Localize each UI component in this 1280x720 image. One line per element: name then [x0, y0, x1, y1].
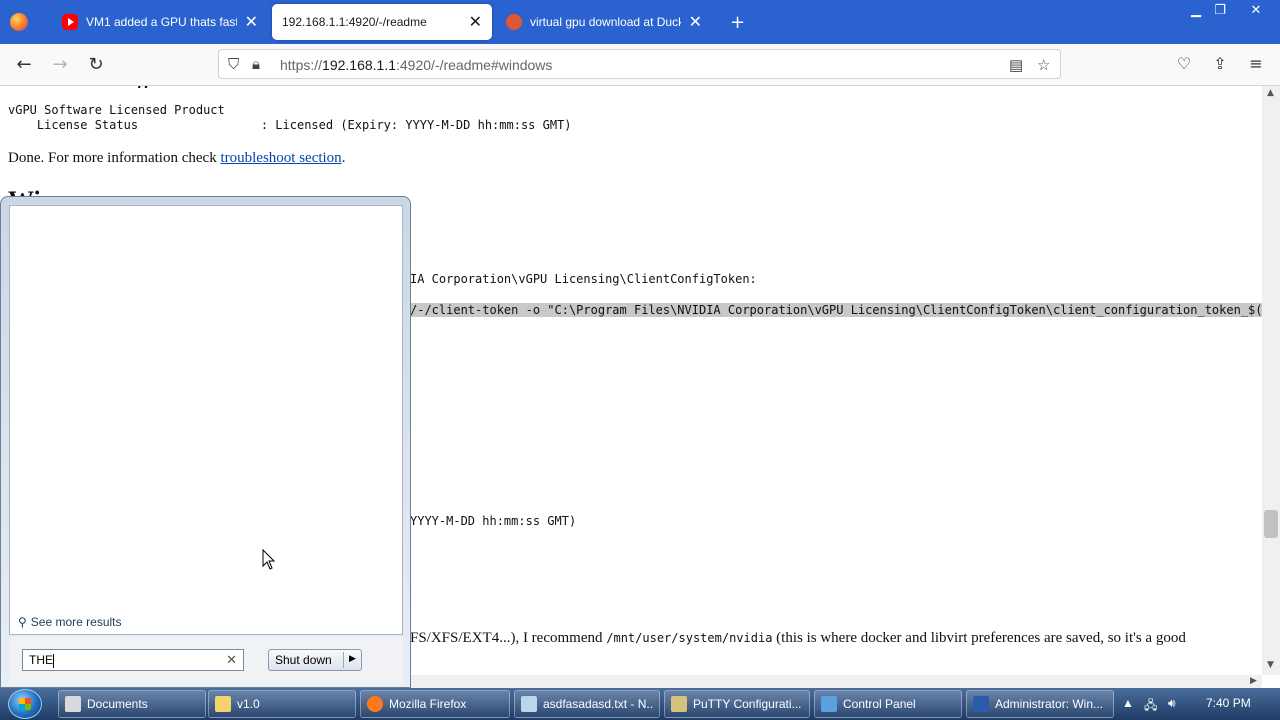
done-period: . — [341, 150, 346, 166]
forward-button[interactable]: → — [48, 54, 72, 75]
scroll-down-icon[interactable]: ▼ — [1267, 660, 1274, 670]
firefox-icon — [367, 696, 383, 712]
taskbar-item-control-panel[interactable]: Control Panel — [814, 690, 962, 718]
nav-bar: ← → ↻ ⛉ 🔒︎ https://192.168.1.1:4920/-/re… — [0, 44, 1280, 86]
tab-title: VM1 added a GPU thats faster t — [86, 15, 237, 29]
shutdown-label: Shut down — [275, 653, 332, 667]
tab-duckduckgo[interactable]: virtual gpu download at DuckD ✕ — [496, 4, 712, 40]
scroll-up-icon[interactable]: ▲ — [1267, 88, 1274, 98]
done-paragraph: Done. For more information check trouble… — [8, 150, 345, 167]
mouse-cursor-icon — [262, 549, 276, 570]
taskbar-item-firefox[interactable]: Mozilla Firefox — [360, 690, 510, 718]
close-icon[interactable]: ✕ — [689, 12, 702, 32]
url-path: :4920/-/readme#windows — [396, 57, 553, 73]
done-text: Done. For more information check — [8, 150, 221, 166]
start-menu: ⚲ See more results THE ✕ Shut down ▶ — [0, 196, 411, 688]
clipped-heading: vGPU Licensing — [8, 86, 188, 88]
expiry-line: YYYY-M-DD hh:mm:ss GMT) — [410, 514, 577, 528]
url-text[interactable]: https://192.168.1.1:4920/-/readme#window… — [280, 57, 552, 73]
pocket-icon[interactable]: ♡ — [1172, 54, 1196, 73]
divider — [343, 652, 344, 668]
putty-icon — [671, 696, 687, 712]
taskbar-label: Control Panel — [843, 697, 916, 711]
bookmark-star-icon[interactable]: ☆ — [1037, 56, 1050, 74]
url-bar[interactable]: ⛉ 🔒︎ https://192.168.1.1:4920/-/readme#w… — [218, 49, 1061, 79]
close-icon[interactable]: ✕ — [245, 12, 258, 32]
back-button[interactable]: ← — [12, 54, 36, 75]
tab-title: 192.168.1.1:4920/-/readme — [282, 15, 427, 29]
troubleshoot-link[interactable]: troubleshoot section — [220, 150, 341, 166]
show-hidden-icons-icon[interactable]: ▲ — [1122, 696, 1134, 710]
see-more-label: See more results — [30, 615, 122, 629]
search-results-panel — [9, 205, 403, 635]
reload-button[interactable]: ↻ — [84, 54, 108, 75]
recommend-prefix: FS/XFS/EXT4...), I recommend — [410, 630, 607, 646]
taskbar-item-documents[interactable]: Documents — [58, 690, 206, 718]
firefox-menu-icon[interactable] — [10, 13, 28, 31]
lock-icon[interactable]: 🔒︎ — [252, 56, 260, 73]
scroll-right-icon[interactable]: ▶ — [1250, 676, 1257, 686]
shield-icon[interactable]: ⛉ — [228, 56, 239, 73]
duckduckgo-icon — [506, 14, 522, 30]
tab-strip: VM1 added a GPU thats faster t ✕ 192.168… — [0, 0, 1280, 44]
recommend-paragraph: FS/XFS/EXT4...), I recommend /mnt/user/s… — [410, 630, 1186, 647]
shutdown-options-icon[interactable]: ▶ — [349, 653, 356, 664]
url-scheme: https:// — [280, 57, 323, 73]
taskbar: Documents v1.0 Mozilla Firefox asdfasada… — [0, 688, 1280, 720]
taskbar-item-notepad[interactable]: asdfasadasd.txt - N... — [514, 690, 660, 718]
close-window-button[interactable]: ✕ — [1242, 2, 1270, 20]
start-button[interactable] — [8, 689, 42, 719]
volume-icon[interactable]: 🔊︎ — [1168, 696, 1176, 711]
start-search-input[interactable]: THE ✕ — [22, 649, 244, 671]
new-tab-button[interactable]: + — [730, 12, 745, 33]
menu-icon[interactable]: ≡ — [1244, 54, 1268, 73]
documents-icon — [65, 696, 81, 712]
taskbar-item-folder[interactable]: v1.0 — [208, 690, 356, 718]
taskbar-label: PuTTY Configurati... — [693, 697, 802, 711]
notepad-icon — [521, 696, 537, 712]
taskbar-label: asdfasadasd.txt - N... — [543, 697, 653, 711]
taskbar-item-putty[interactable]: PuTTY Configurati... — [664, 690, 810, 718]
close-icon[interactable]: ✕ — [469, 12, 482, 32]
taskbar-label: Mozilla Firefox — [389, 697, 467, 711]
taskbar-label: Documents — [87, 697, 148, 711]
tab-readme[interactable]: 192.168.1.1:4920/-/readme ✕ — [272, 4, 492, 40]
extensions-icon[interactable]: ⇪ — [1208, 54, 1232, 73]
url-host: 192.168.1.1 — [322, 57, 396, 73]
clear-search-icon[interactable]: ✕ — [226, 652, 237, 668]
path-line: IA Corporation\vGPU Licensing\ClientConf… — [410, 272, 757, 286]
network-icon[interactable]: 🖧︎ — [1144, 696, 1157, 717]
scroll-thumb[interactable] — [1264, 510, 1278, 538]
text-caret — [53, 653, 54, 668]
reader-view-icon[interactable]: ▤ — [1009, 56, 1023, 74]
taskbar-label: Administrator: Win... — [995, 697, 1104, 711]
folder-icon — [215, 696, 231, 712]
license-status-line: License Status : Licensed (Expiry: YYYY-… — [8, 118, 572, 132]
license-product-line: vGPU Software Licensed Product — [8, 103, 225, 117]
taskbar-label: v1.0 — [237, 697, 260, 711]
powershell-icon — [973, 696, 989, 712]
control-panel-icon — [821, 696, 837, 712]
search-value: THE — [29, 653, 53, 667]
search-icon: ⚲ — [18, 615, 27, 629]
vertical-scrollbar[interactable]: ▲ ▼ — [1262, 86, 1280, 675]
taskbar-item-powershell[interactable]: Administrator: Win... — [966, 690, 1114, 718]
shutdown-button[interactable]: Shut down ▶ — [268, 649, 362, 671]
recommend-suffix: (this is where docker and libvirt prefer… — [772, 630, 1186, 646]
see-more-results-link[interactable]: ⚲ See more results — [18, 615, 122, 629]
tab-youtube[interactable]: VM1 added a GPU thats faster t ✕ — [52, 4, 268, 40]
tab-title: virtual gpu download at DuckD — [530, 15, 681, 29]
recommend-path: /mnt/user/system/nvidia — [606, 631, 773, 645]
youtube-icon — [62, 14, 78, 30]
clock[interactable]: 7:40 PM — [1206, 696, 1251, 710]
restore-button[interactable]: ❐ — [1206, 2, 1234, 20]
command-line: /-/client-token -o "C:\Program Files\NVI… — [410, 303, 1262, 317]
